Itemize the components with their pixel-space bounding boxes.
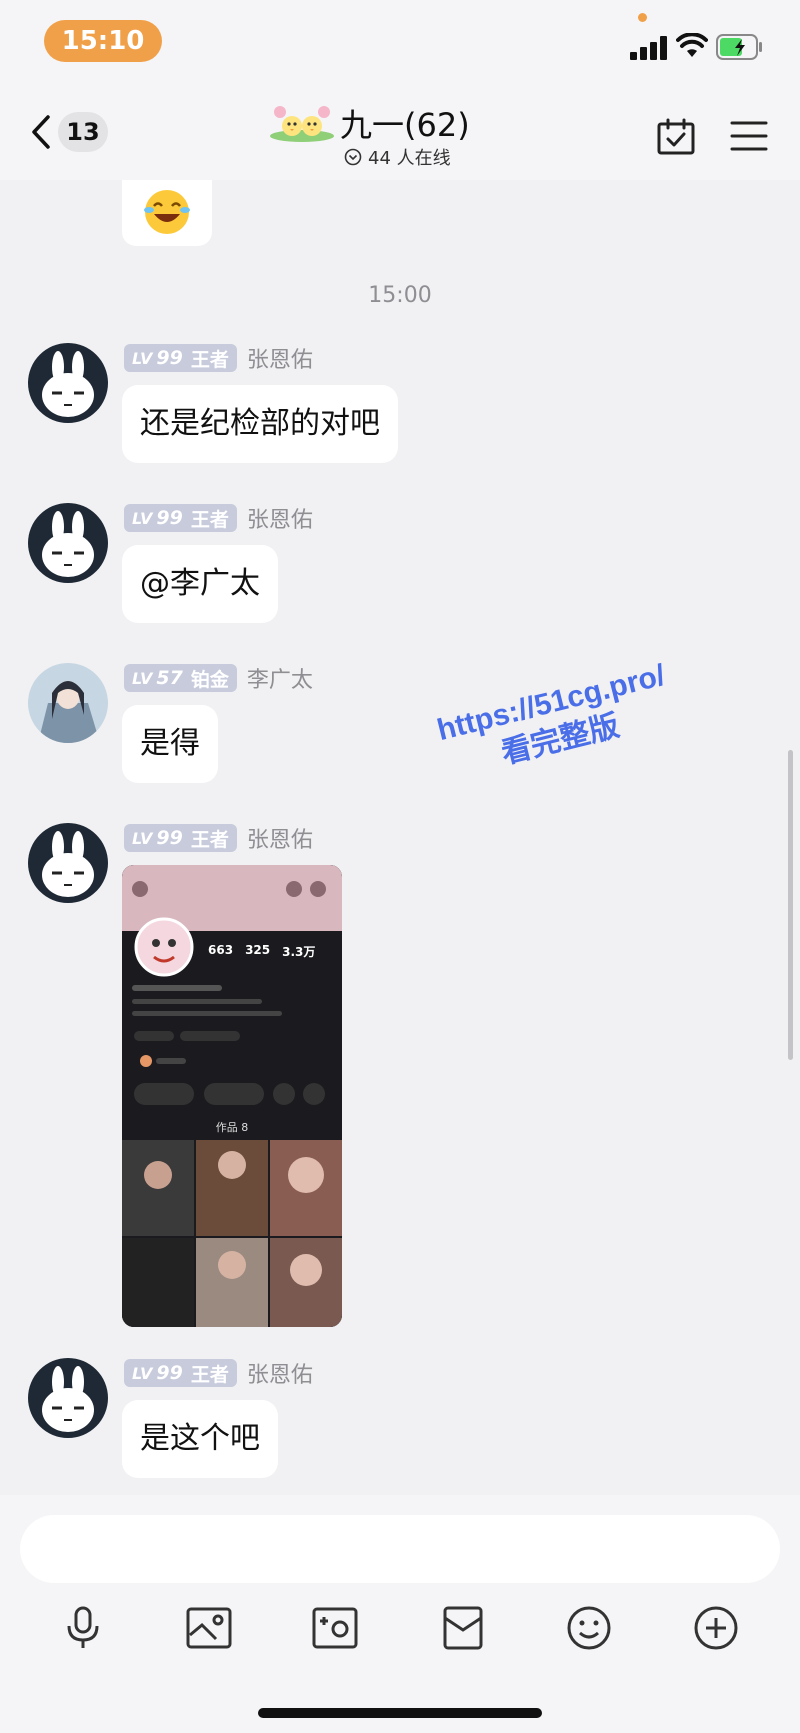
rabbit-avatar-icon xyxy=(28,823,108,903)
profile-screenshot-image xyxy=(122,865,342,1327)
gallery-button[interactable] xyxy=(179,1598,239,1658)
level-badge: LV 99 王者 xyxy=(124,824,237,852)
sender-name[interactable]: 张恩佑 xyxy=(247,502,313,534)
level-number: 99 xyxy=(156,827,183,849)
level-prefix: LV xyxy=(132,668,153,688)
group-avatar-emoji xyxy=(270,106,334,142)
level-prefix: LV xyxy=(132,348,153,368)
unread-count-badge: 13 xyxy=(58,112,108,152)
scrollbar[interactable] xyxy=(788,750,793,1060)
image-stats-row: 663 325 3.3万 xyxy=(208,943,315,960)
level-number: 99 xyxy=(156,507,183,529)
camera-button[interactable] xyxy=(305,1598,365,1658)
signal-icon xyxy=(630,36,668,60)
status-bar: 15:10 xyxy=(0,0,800,90)
red-packet-button[interactable] xyxy=(433,1598,493,1658)
camera-icon xyxy=(312,1607,358,1649)
message-meta: LV 99 王者 张恩佑 xyxy=(124,503,313,533)
menu-icon[interactable] xyxy=(730,120,768,152)
emoji-icon xyxy=(567,1606,611,1650)
input-area xyxy=(0,1495,800,1733)
level-prefix: LV xyxy=(132,828,153,848)
message-meta: LV 99 王者 张恩佑 xyxy=(124,1358,313,1388)
level-prefix: LV xyxy=(132,508,153,528)
chat-header: 13 九一(62) 44 人在线 xyxy=(0,90,800,180)
level-number: 99 xyxy=(156,1362,183,1384)
level-rank: 王者 xyxy=(190,508,229,531)
avatar[interactable] xyxy=(28,503,108,583)
emoji-button[interactable] xyxy=(559,1598,619,1658)
level-prefix: LV xyxy=(132,1363,153,1383)
text-message-bubble[interactable]: 是这个吧 xyxy=(122,1400,278,1478)
image-message-bubble[interactable]: 663 325 3.3万 作品 8 xyxy=(122,865,342,1327)
image-stat-value: 325 xyxy=(245,943,271,957)
plus-icon xyxy=(694,1606,738,1650)
sender-name[interactable]: 张恩佑 xyxy=(247,1357,313,1389)
back-button[interactable]: 13 xyxy=(30,112,108,152)
message-meta: LV 99 王者 张恩佑 xyxy=(124,823,313,853)
rabbit-avatar-icon xyxy=(28,343,108,423)
message-timestamp: 15:00 xyxy=(368,283,432,308)
privacy-indicator-dot xyxy=(638,13,647,22)
sender-name[interactable]: 张恩佑 xyxy=(247,342,313,374)
avatar[interactable] xyxy=(28,823,108,903)
rabbit-avatar-icon xyxy=(28,503,108,583)
calendar-check-icon[interactable] xyxy=(656,118,696,156)
group-title[interactable]: 九一(62) xyxy=(340,100,470,146)
microphone-icon xyxy=(67,1606,99,1648)
avatar[interactable] xyxy=(28,343,108,423)
image-works-label: 作品 8 xyxy=(215,1121,249,1134)
red-packet-icon xyxy=(443,1606,483,1650)
more-button[interactable] xyxy=(686,1598,746,1658)
message-meta: LV 99 王者 张恩佑 xyxy=(124,343,313,373)
sender-name[interactable]: 张恩佑 xyxy=(247,822,313,854)
wifi-icon xyxy=(676,33,708,57)
chat-message-list[interactable]: 15:00 LV 99 王者 张恩佑 还是纪检部的对吧 LV 99 王者 张恩佑… xyxy=(0,180,800,1510)
status-time: 15:10 xyxy=(44,20,162,62)
avatar[interactable] xyxy=(28,1358,108,1438)
level-badge: LV 99 王者 xyxy=(124,344,237,372)
text-message-bubble[interactable]: @李广太 xyxy=(122,545,278,623)
level-rank: 铂金 xyxy=(190,668,229,691)
anime-character-avatar-icon xyxy=(28,663,108,743)
level-badge: LV 99 王者 xyxy=(124,1359,237,1387)
rabbit-avatar-icon xyxy=(28,1358,108,1438)
avatar[interactable] xyxy=(28,663,108,743)
battery-icon xyxy=(716,34,762,60)
level-rank: 王者 xyxy=(190,1363,229,1386)
image-stat-value: 663 xyxy=(208,943,234,957)
sender-name[interactable]: 李广太 xyxy=(247,662,313,694)
level-rank: 王者 xyxy=(190,348,229,371)
laughing-tears-emoji-icon xyxy=(144,190,190,234)
level-rank: 王者 xyxy=(190,828,229,851)
online-status[interactable]: 44 人在线 xyxy=(344,144,451,170)
text-message-bubble[interactable]: 还是纪检部的对吧 xyxy=(122,385,398,463)
level-number: 99 xyxy=(156,347,183,369)
voice-button[interactable] xyxy=(53,1598,113,1658)
level-badge: LV 57 铂金 xyxy=(124,664,237,692)
chevron-down-circle-icon xyxy=(344,148,362,166)
message-meta: LV 57 铂金 李广太 xyxy=(124,663,313,693)
chevron-left-icon xyxy=(32,115,50,149)
emoji-message-bubble[interactable] xyxy=(122,180,212,246)
online-count-text: 44 人在线 xyxy=(368,148,451,169)
image-stat-value: 3.3万 xyxy=(282,945,316,959)
image-icon xyxy=(186,1607,232,1649)
text-message-bubble[interactable]: 是得 xyxy=(122,705,218,783)
home-indicator[interactable] xyxy=(258,1708,542,1718)
message-input[interactable] xyxy=(20,1515,780,1583)
level-badge: LV 99 王者 xyxy=(124,504,237,532)
level-number: 57 xyxy=(156,667,183,689)
